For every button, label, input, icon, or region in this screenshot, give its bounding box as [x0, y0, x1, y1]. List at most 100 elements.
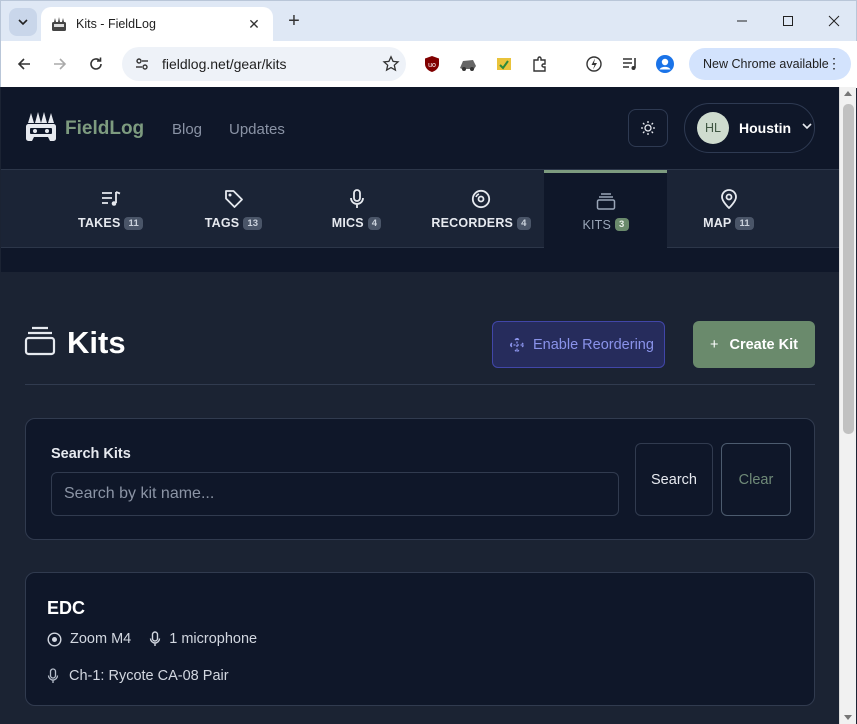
chevron-down-icon	[801, 119, 813, 137]
enable-reordering-label: Enable Reordering	[533, 336, 654, 353]
web-page: FieldLog Blog Updates HL Houstin TAKES 11…	[1, 87, 839, 724]
close-window-button[interactable]	[811, 1, 857, 41]
brand-name[interactable]: FieldLog	[65, 118, 144, 140]
maximize-button[interactable]	[765, 1, 811, 41]
layers-icon	[596, 190, 616, 212]
chevron-down-icon	[18, 19, 28, 26]
tab-label: RECORDERS	[431, 216, 514, 230]
count-badge: 4	[517, 216, 531, 230]
reload-button[interactable]	[83, 51, 109, 77]
count-badge: 11	[735, 216, 754, 230]
arrow-right-icon	[54, 58, 67, 70]
app-header: FieldLog Blog Updates HL Houstin	[1, 87, 839, 169]
minimize-button[interactable]	[719, 1, 765, 41]
plus-icon: +	[710, 336, 719, 353]
site-settings-icon[interactable]	[134, 56, 150, 72]
kit-card[interactable]: EDC Zoom M4 1 microphone Ch-1: Rycote CA…	[25, 572, 815, 706]
search-button[interactable]: Search	[635, 443, 713, 516]
enable-reordering-button[interactable]: Enable Reordering	[492, 321, 665, 368]
new-tab-button[interactable]: +	[282, 9, 306, 33]
extension-car-icon[interactable]	[457, 53, 479, 75]
reload-icon	[90, 57, 102, 70]
scroll-down-arrow-icon[interactable]	[844, 715, 852, 720]
ublock-extension-icon[interactable]: uo	[421, 53, 443, 75]
fieldlog-favicon-icon	[51, 16, 67, 32]
user-menu-button[interactable]: HL Houstin	[684, 103, 815, 153]
arrow-left-icon	[17, 58, 30, 70]
tab-recorders[interactable]: RECORDERS 4	[418, 170, 544, 248]
tab-tags[interactable]: TAGS 13	[172, 170, 295, 248]
count-badge: 4	[367, 216, 382, 230]
kit-mic-count: 1 microphone	[169, 631, 258, 647]
user-name: Houstin	[739, 120, 792, 136]
minimize-icon	[737, 20, 747, 22]
scroll-up-arrow-icon[interactable]	[844, 91, 852, 96]
fieldlog-logo-icon[interactable]	[25, 111, 57, 145]
music-list-icon	[101, 188, 121, 210]
disc-icon	[47, 631, 62, 647]
profile-icon[interactable]	[654, 53, 676, 75]
gear-nav: TAKES 11 TAGS 13 MICS 4 RECORDERS 4 KITS 3	[1, 169, 839, 248]
tab-strip: Kits - FieldLog ✕ +	[1, 1, 857, 41]
theme-toggle-button[interactable]	[628, 109, 668, 147]
microphone-icon	[47, 668, 59, 684]
avatar: HL	[697, 112, 729, 144]
search-card: Search Kits Search Clear	[25, 418, 815, 540]
kits-layers-icon	[24, 326, 56, 356]
kit-name[interactable]: EDC	[47, 598, 85, 619]
disc-icon	[471, 188, 491, 210]
performance-icon[interactable]	[583, 53, 605, 75]
create-kit-label: Create Kit	[729, 336, 798, 353]
new-chrome-available-button[interactable]: New Chrome available ⋮	[689, 48, 851, 80]
media-controls-icon[interactable]	[619, 53, 641, 75]
maximize-icon	[783, 16, 793, 26]
tab-label: TAKES	[78, 216, 121, 230]
scrollbar-thumb[interactable]	[843, 104, 854, 434]
tab-search-button[interactable]	[9, 8, 37, 36]
count-badge: 11	[124, 216, 143, 230]
extension-image-icon[interactable]	[493, 53, 515, 75]
move-arrows-icon	[509, 336, 525, 353]
search-input[interactable]	[51, 472, 619, 516]
search-label: Search Kits	[51, 446, 131, 462]
tag-icon	[224, 188, 244, 210]
browser-toolbar: fieldlog.net/gear/kits uo New Chrome ava…	[1, 41, 857, 88]
nav-link-blog[interactable]: Blog	[172, 121, 202, 138]
count-badge: 3	[615, 218, 629, 231]
bookmark-star-icon[interactable]	[376, 55, 406, 73]
tab-mics[interactable]: MICS 4	[295, 170, 418, 248]
more-menu-icon[interactable]: ⋮	[827, 55, 841, 72]
back-button[interactable]	[11, 51, 37, 77]
extensions-puzzle-icon[interactable]	[529, 53, 551, 75]
tab-map[interactable]: MAP 11	[667, 170, 790, 248]
svg-text:uo: uo	[428, 62, 436, 69]
address-bar[interactable]: fieldlog.net/gear/kits	[122, 47, 406, 81]
browser-tab[interactable]: Kits - FieldLog ✕	[41, 7, 273, 41]
tab-label: MICS	[331, 216, 364, 230]
url-text: fieldlog.net/gear/kits	[162, 56, 287, 72]
close-tab-icon[interactable]: ✕	[245, 15, 263, 33]
microphone-icon	[149, 631, 161, 647]
tab-label: TAGS	[204, 216, 240, 230]
nav-divider-strip	[1, 248, 839, 272]
new-chrome-label: New Chrome available	[703, 57, 829, 71]
page-scrollbar[interactable]	[839, 87, 856, 724]
close-icon	[828, 15, 840, 27]
kit-recorder: Zoom M4	[70, 631, 132, 647]
sun-icon	[641, 121, 655, 135]
title-divider	[25, 384, 815, 385]
clear-button[interactable]: Clear	[721, 443, 791, 516]
tab-takes[interactable]: TAKES 11	[49, 170, 172, 248]
tab-title: Kits - FieldLog	[76, 17, 156, 31]
count-badge: 13	[243, 216, 263, 230]
kit-summary-row: Zoom M4 1 microphone	[47, 631, 257, 647]
create-kit-button[interactable]: + Create Kit	[693, 321, 815, 368]
forward-button[interactable]	[47, 51, 73, 77]
nav-link-updates[interactable]: Updates	[229, 121, 285, 138]
tab-label: MAP	[703, 216, 732, 230]
kit-channel-row: Ch-1: Rycote CA-08 Pair	[47, 668, 229, 684]
tab-kits[interactable]: KITS 3	[544, 170, 667, 248]
microphone-icon	[349, 188, 365, 210]
page-title: Kits	[67, 325, 126, 360]
tab-label: KITS	[582, 217, 612, 232]
